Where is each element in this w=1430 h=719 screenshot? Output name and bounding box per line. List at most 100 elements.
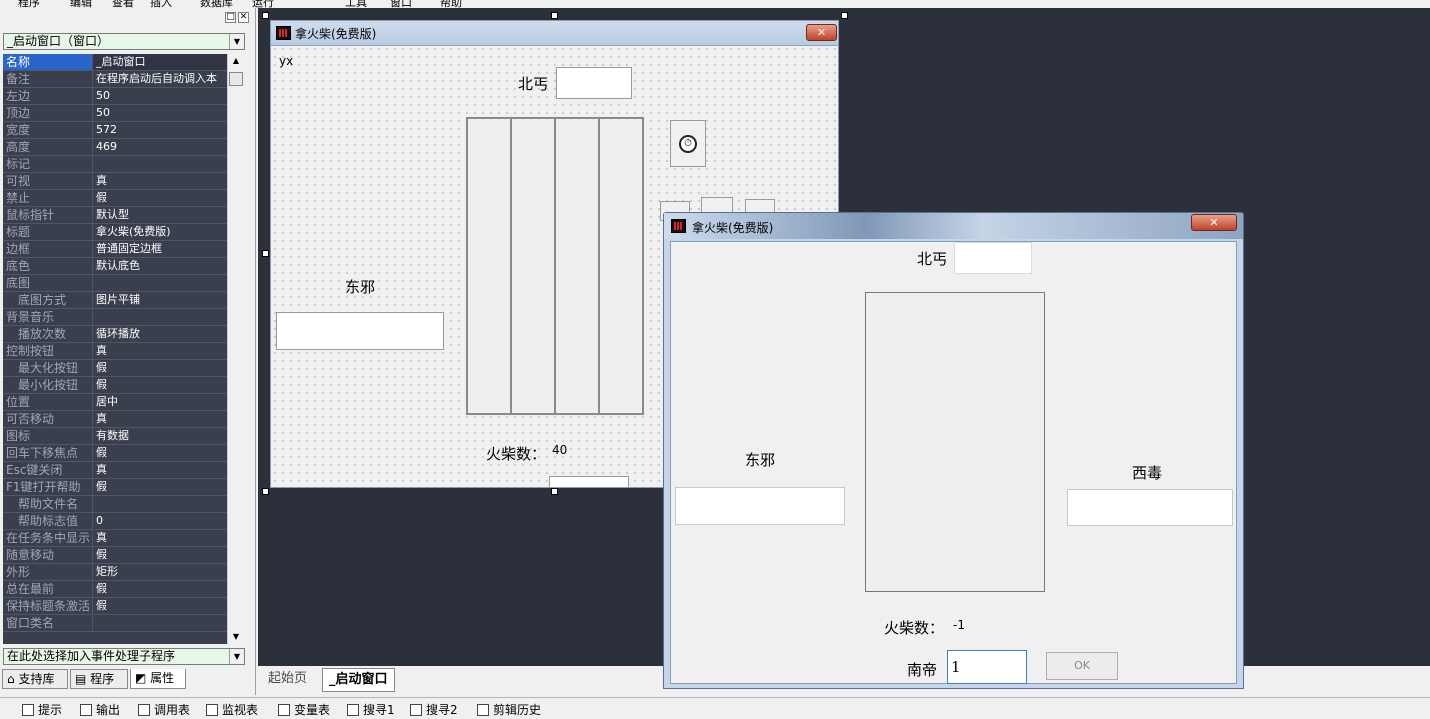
menu-insert[interactable]: 插入 <box>150 0 172 8</box>
property-value[interactable]: 469 <box>93 139 227 155</box>
property-row[interactable]: 禁止假 <box>3 190 227 207</box>
property-value[interactable]: 假 <box>93 445 227 461</box>
clip-history-button[interactable]: 剪辑历史 <box>477 701 541 718</box>
property-row[interactable]: 总在最前假 <box>3 581 227 598</box>
property-value[interactable]: 真 <box>93 343 227 359</box>
property-row[interactable]: 底图 <box>3 275 227 292</box>
chevron-down-icon[interactable]: ▼ <box>229 34 244 49</box>
property-row[interactable]: 窗口类名 <box>3 615 227 632</box>
property-row[interactable]: 位置 居中 <box>3 394 227 411</box>
east-input[interactable] <box>675 487 845 525</box>
property-value[interactable]: 50 <box>93 88 227 104</box>
west-input[interactable] <box>1067 489 1233 526</box>
property-scrollbar[interactable]: ▲ ▼ <box>227 54 244 644</box>
timer-control[interactable]: ⏱ <box>670 120 706 167</box>
property-value[interactable]: 在程序启动后自动调入本 <box>93 71 227 87</box>
menu-program[interactable]: 程序 <box>18 0 40 8</box>
property-row[interactable]: 底图方式 图片平铺 <box>3 292 227 309</box>
property-row[interactable]: 保持标题条激活假 <box>3 598 227 615</box>
search1-button[interactable]: 搜寻1 <box>347 701 395 718</box>
property-value[interactable] <box>93 156 227 172</box>
tab-properties[interactable]: ◩ 属性 <box>130 669 186 689</box>
property-value[interactable] <box>93 309 227 325</box>
property-row[interactable]: 顶边 50 <box>3 105 227 122</box>
property-row[interactable]: 标题 拿火柴(免费版) <box>3 224 227 241</box>
property-value[interactable]: 矩形 <box>93 564 227 580</box>
property-row[interactable]: 可视真 <box>3 173 227 190</box>
tab-startup-window[interactable]: _启动窗口 <box>322 668 395 692</box>
property-value[interactable]: 假 <box>93 547 227 563</box>
resize-handle[interactable] <box>262 12 269 19</box>
resize-handle[interactable] <box>551 488 558 495</box>
scroll-up-icon[interactable]: ▲ <box>228 54 244 68</box>
property-value[interactable]: 真 <box>93 530 227 546</box>
menu-view[interactable]: 查看 <box>112 0 134 8</box>
object-selector[interactable]: _启动窗口（窗口） ▼ <box>3 33 245 50</box>
matches-panel[interactable] <box>466 117 644 415</box>
property-value[interactable]: 有数据 <box>93 428 227 444</box>
resize-handle[interactable] <box>262 250 269 257</box>
tab-support-library[interactable]: ⌂ 支持库 <box>2 669 68 689</box>
close-button[interactable]: ✕ <box>1191 214 1237 231</box>
property-row[interactable]: 播放次数 循环播放 <box>3 326 227 343</box>
property-value[interactable]: 真 <box>93 173 227 189</box>
menu-window[interactable]: 窗口 <box>390 0 412 8</box>
property-value[interactable]: 真 <box>93 462 227 478</box>
property-value[interactable]: 假 <box>93 360 227 376</box>
property-row[interactable]: 鼠标指针 默认型 <box>3 207 227 224</box>
scroll-down-icon[interactable]: ▼ <box>228 630 244 644</box>
restore-icon[interactable]: □ <box>225 12 236 23</box>
property-value[interactable]: 0 <box>93 513 227 529</box>
property-row[interactable]: 回车下移焦点假 <box>3 445 227 462</box>
property-value[interactable]: 拿火柴(免费版) <box>93 224 227 240</box>
watch-table-button[interactable]: 监视表 <box>206 701 258 718</box>
south-input[interactable] <box>947 650 1027 684</box>
property-value[interactable] <box>93 496 227 512</box>
call-table-button[interactable]: 调用表 <box>138 701 190 718</box>
property-value[interactable]: 假 <box>93 479 227 495</box>
runtime-window[interactable]: 拿火柴(免费版) ✕ 北丐 东邪 西毒 火柴数： -1 南帝 OK <box>663 212 1244 689</box>
property-row[interactable]: 最大化按钮假 <box>3 360 227 377</box>
tab-start-page[interactable]: 起始页 <box>268 668 307 690</box>
property-value[interactable]: _启动窗口 <box>93 54 227 70</box>
chevron-down-icon[interactable]: ▼ <box>229 649 244 664</box>
property-value[interactable]: 默认底色 <box>93 258 227 274</box>
property-row[interactable]: 外形 矩形 <box>3 564 227 581</box>
property-value[interactable] <box>93 275 227 291</box>
property-value[interactable]: 假 <box>93 190 227 206</box>
property-row[interactable]: 高度 469 <box>3 139 227 156</box>
menu-help[interactable]: 帮助 <box>440 0 462 8</box>
property-row[interactable]: 帮助标志值 0 <box>3 513 227 530</box>
event-selector[interactable]: 在此处选择加入事件处理子程序 ▼ <box>3 648 245 665</box>
resize-handle[interactable] <box>551 12 558 19</box>
menu-edit[interactable]: 编辑 <box>70 0 92 8</box>
property-row[interactable]: 在任务条中显示真 <box>3 530 227 547</box>
resize-handle[interactable] <box>841 12 848 19</box>
property-value[interactable]: 572 <box>93 122 227 138</box>
north-input[interactable] <box>954 242 1032 274</box>
property-row[interactable]: 最小化按钮假 <box>3 377 227 394</box>
property-row[interactable]: 帮助文件名 <box>3 496 227 513</box>
resize-handle[interactable] <box>262 488 269 495</box>
property-row[interactable]: Esc键关闭真 <box>3 462 227 479</box>
property-value[interactable]: 普通固定边框 <box>93 241 227 257</box>
property-row[interactable]: 左边 50 <box>3 88 227 105</box>
property-value[interactable]: 假 <box>93 377 227 393</box>
close-button[interactable]: ✕ <box>806 24 837 41</box>
property-value[interactable]: 图片平铺 <box>93 292 227 308</box>
hint-button[interactable]: 提示 <box>22 701 62 718</box>
property-row[interactable]: 底色 默认底色 <box>3 258 227 275</box>
east-input[interactable] <box>276 312 444 350</box>
property-row[interactable]: 图标 有数据 <box>3 428 227 445</box>
menu-run[interactable]: 运行 <box>252 0 274 8</box>
property-row[interactable]: 可否移动真 <box>3 411 227 428</box>
close-icon[interactable]: ✕ <box>238 12 249 23</box>
property-value[interactable] <box>93 615 227 631</box>
property-value[interactable]: 假 <box>93 598 227 614</box>
property-row[interactable]: 标记 <box>3 156 227 173</box>
property-value[interactable]: 循环播放 <box>93 326 227 342</box>
property-row[interactable]: 边框 普通固定边框 <box>3 241 227 258</box>
ok-button[interactable]: OK <box>1046 652 1118 680</box>
property-row[interactable]: 宽度 572 <box>3 122 227 139</box>
north-input[interactable] <box>556 67 632 99</box>
